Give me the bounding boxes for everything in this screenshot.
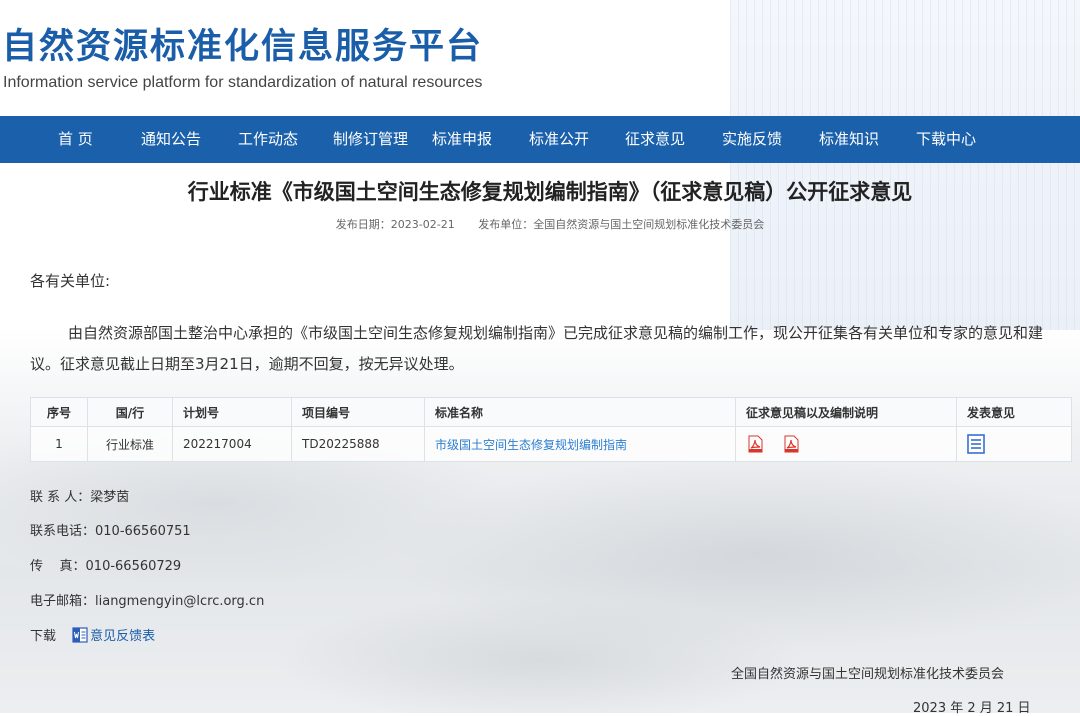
col-standard-name: 标准名称	[424, 397, 736, 427]
site-title-cn: 自然资源标准化信息服务平台	[2, 27, 484, 67]
nav-feedback[interactable]: 实施反馈	[722, 116, 782, 163]
publisher: 发布单位：全国自然资源与国土空间规划标准化技术委员会	[478, 218, 765, 231]
col-level: 国/行	[87, 397, 173, 427]
contact-fax: 传 真：010-66560729	[30, 559, 182, 574]
row-draft-docs	[735, 426, 957, 462]
row-index: 1	[30, 426, 88, 462]
contact-phone: 联系电话：010-66560751	[30, 524, 191, 539]
nav-notices[interactable]: 通知公告	[141, 116, 201, 163]
main-nav: 首 页 通知公告 工作动态 制修订管理 标准申报 标准公开 征求意见 实施反馈 …	[0, 116, 1080, 163]
site-title-en: Information service platform for standar…	[3, 74, 483, 91]
nav-public[interactable]: 标准公开	[529, 116, 589, 163]
feedback-form-link[interactable]: 意见反馈表	[90, 629, 155, 644]
col-index: 序号	[30, 397, 88, 427]
standard-name-link[interactable]: 市级国土空间生态修复规划编制指南	[435, 438, 627, 452]
row-level: 行业标准	[87, 426, 173, 462]
contact-person: 联 系 人：梁梦茵	[30, 490, 130, 505]
row-project-no: TD20225888	[291, 426, 425, 462]
row-submit-comment	[956, 426, 1072, 462]
contact-email: 电子邮箱：liangmengyin@lcrc.org.cn	[30, 594, 265, 609]
article-meta: 发布日期：2023-02-21 发布单位：全国自然资源与国土空间规划标准化技术委…	[0, 216, 1080, 232]
nav-application[interactable]: 标准申报	[432, 116, 492, 163]
download-label: 下载	[30, 629, 57, 644]
row-standard-name: 市级国土空间生态修复规划编制指南	[424, 426, 736, 462]
nav-news[interactable]: 工作动态	[238, 116, 298, 163]
greeting: 各有关单位:	[30, 272, 111, 290]
nav-revision[interactable]: 制修订管理	[333, 116, 408, 163]
pdf-icon[interactable]	[746, 435, 764, 453]
col-submit-comment: 发表意见	[956, 397, 1072, 427]
pdf-icon[interactable]	[782, 435, 800, 453]
nav-knowledge[interactable]: 标准知识	[819, 116, 879, 163]
nav-downloads[interactable]: 下载中心	[916, 116, 976, 163]
col-plan-no: 计划号	[172, 397, 292, 427]
article-paragraph: 由自然资源部国土整治中心承担的《市级国土空间生态修复规划编制指南》已完成征求意见…	[30, 324, 1044, 373]
col-project-no: 项目编号	[291, 397, 425, 427]
standards-table: 序号 国/行 计划号 项目编号 标准名称 征求意见稿以及编制说明 发表意见 1 …	[30, 397, 1072, 462]
word-icon[interactable]	[72, 627, 88, 643]
nav-home[interactable]: 首 页	[58, 116, 93, 163]
signature-date: 2023 年 2 月 21 日	[913, 701, 1031, 716]
col-draft-docs: 征求意见稿以及编制说明	[735, 397, 957, 427]
header-background-decoration	[730, 0, 1080, 330]
document-icon[interactable]	[967, 434, 985, 454]
download-row: 下载 意见反馈表	[30, 625, 155, 644]
table-row: 1 行业标准 202217004 TD20225888 市级国土空间生态修复规划…	[30, 426, 1072, 462]
nav-comments[interactable]: 征求意见	[625, 116, 685, 163]
publish-date: 发布日期：2023-02-21	[335, 218, 455, 231]
table-header-row: 序号 国/行 计划号 项目编号 标准名称 征求意见稿以及编制说明 发表意见	[30, 397, 1072, 427]
signature-org: 全国自然资源与国土空间规划标准化技术委员会	[731, 667, 1005, 682]
row-plan-no: 202217004	[172, 426, 292, 462]
page-title: 行业标准《市级国土空间生态修复规划编制指南》（征求意见稿）公开征求意见	[187, 180, 913, 204]
site-logo[interactable]: 自然资源标准化信息服务平台 Information service platfo…	[0, 14, 536, 106]
